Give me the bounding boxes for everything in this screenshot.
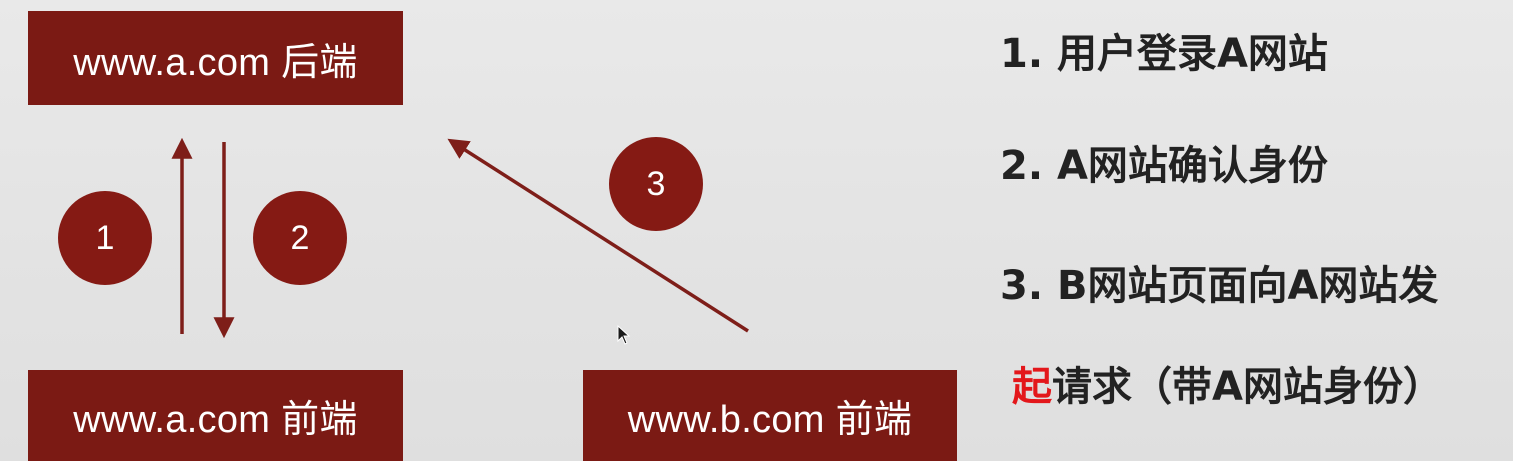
step-2-circle: 2 [253, 191, 347, 285]
step-description-1: 1. 用户登录A网站 [1000, 31, 1328, 77]
mouse-pointer-icon [617, 325, 631, 345]
step-description-3: 3. B网站页面向A网站发 [1000, 263, 1439, 309]
step-description-3-continued: 起请求（带A网站身份） [1012, 367, 1443, 407]
a-frontend-box: www.a.com 前端 [28, 370, 403, 461]
highlighted-character: 起 [1012, 364, 1052, 410]
arrow-step3-diagonal [447, 138, 749, 333]
step-description-3-rest: 请求（带A网站身份） [1052, 364, 1443, 410]
a-backend-box: www.a.com 后端 [28, 11, 403, 105]
step-description-2: 2. A网站确认身份 [1000, 143, 1328, 189]
step-1-circle: 1 [58, 191, 152, 285]
step-3-circle: 3 [609, 137, 703, 231]
b-frontend-box: www.b.com 前端 [583, 370, 957, 461]
